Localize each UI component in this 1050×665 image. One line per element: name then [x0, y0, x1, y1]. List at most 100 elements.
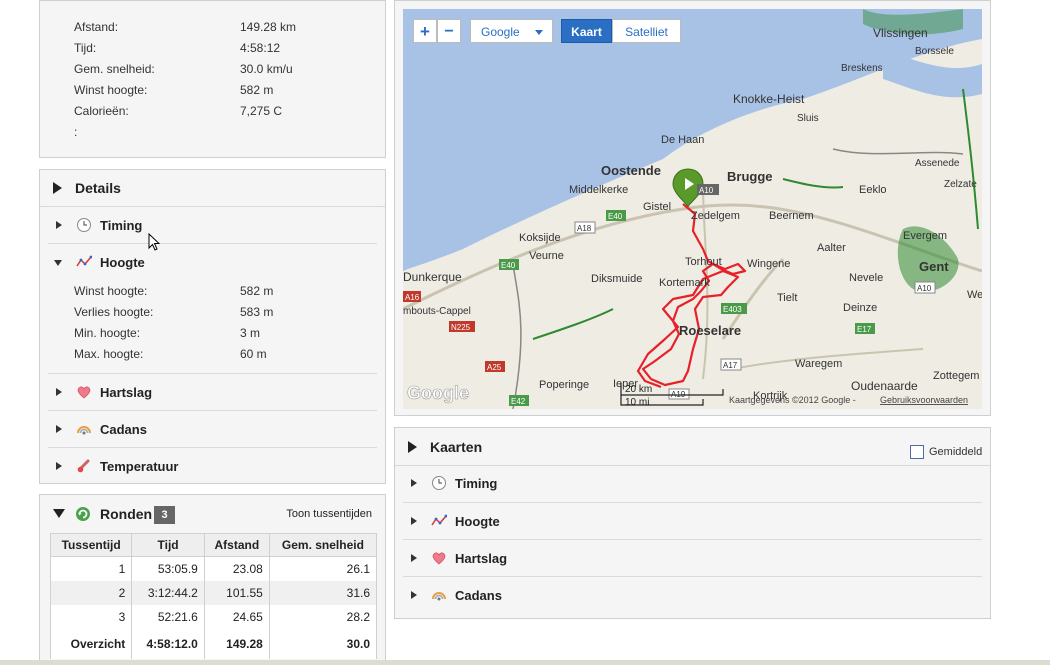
summary-label: Calorieën: [74, 104, 129, 118]
country-border [512, 263, 522, 409]
summary-value: 582 m [240, 83, 274, 97]
map-view[interactable]: A10 E40 A18 E40 A16 N225 E403 E17 A17 A2… [403, 9, 982, 409]
details-header[interactable]: Details [40, 170, 385, 207]
hoogte-label: Max. hoogte: [74, 347, 144, 361]
expand-triangle-icon [411, 554, 417, 562]
place-label: Beernem [769, 210, 814, 222]
hoogte-value: 3 m [240, 326, 261, 340]
place-label: Kortemark [659, 277, 710, 289]
collapse-triangle-icon [408, 441, 417, 453]
place-label: Knokke-Heist [733, 92, 805, 106]
map-canvas[interactable]: A10 E40 A18 E40 A16 N225 E403 E17 A17 A2… [403, 9, 982, 409]
summary-value: 30.0 km/u [240, 62, 293, 76]
table-row: 3 52:21.6 24.65 28.2 [49, 605, 378, 629]
col-afstand[interactable]: Afstand [203, 533, 270, 557]
place-label: Roeselare [679, 323, 741, 338]
hoogte-verlies: Verlies hoogte: 583 m [74, 305, 273, 319]
road-label-a25: A25 [487, 363, 502, 372]
hartslag-label: Hartslag [100, 385, 153, 400]
place-label: Nevele [849, 272, 883, 284]
place-label: Aalter [817, 242, 846, 254]
ronden-title: Ronden [100, 506, 153, 522]
laps-total-row: Overzicht 4:58:12.0 149.28 30.0 [49, 629, 378, 659]
road-label-e42: E42 [511, 397, 526, 406]
green-line [782, 178, 844, 189]
kaarten-row-timing[interactable]: Timing [403, 465, 982, 501]
gemiddeld-label[interactable]: Gemiddeld [929, 446, 982, 458]
lap-number: 3 [49, 605, 133, 629]
col-gem-snelheid[interactable]: Gem. snelheid [268, 533, 378, 557]
lap-speed: 26.1 [268, 556, 378, 581]
lap-speed: 31.6 [268, 581, 378, 605]
heart-icon [432, 552, 446, 565]
map-type-kaart[interactable]: Kaart [561, 19, 612, 43]
details-row-temperatuur[interactable]: Temperatuur [48, 447, 377, 484]
road-label-e403: E403 [723, 305, 742, 314]
lap-time: 3:12:44.2 [131, 581, 205, 605]
kaarten-item-label: Hartslag [455, 551, 508, 566]
kaarten-row-cadans[interactable]: Cadans [403, 576, 982, 613]
collapse-triangle-icon[interactable] [53, 509, 65, 518]
gemiddeld-checkbox[interactable] [910, 445, 924, 459]
green-line [532, 308, 614, 340]
road-label-a17: A17 [723, 361, 738, 370]
hoogte-label: Winst hoogte: [74, 284, 148, 298]
clock-icon [77, 218, 91, 232]
ronden-count-badge: 3 [154, 506, 175, 524]
place-label: mbouts-Cappel [403, 306, 471, 317]
collapse-triangle-icon [53, 182, 62, 194]
bottom-bar [0, 660, 1050, 665]
details-row-timing[interactable]: Timing [48, 206, 377, 243]
lap-number: 1 [49, 556, 133, 581]
zoom-out-button[interactable]: − [437, 19, 461, 43]
expand-triangle-icon [56, 425, 62, 433]
scale-km: 20 km [625, 384, 652, 395]
kaarten-panel: Kaarten Gemiddeld Timing Hoogte Hartslag [394, 427, 991, 619]
place-label: Eeklo [859, 184, 887, 196]
elevation-graph-icon [431, 514, 447, 526]
google-logo: Google [407, 383, 469, 403]
col-tijd[interactable]: Tijd [131, 533, 205, 557]
road-label-n225: N225 [451, 323, 471, 332]
lap-speed: 28.2 [268, 605, 378, 629]
laps-header-row: Tussentijd Tijd Afstand Gem. snelheid [49, 533, 378, 557]
kaarten-header[interactable]: Kaarten Gemiddeld [395, 428, 990, 466]
details-row-hoogte[interactable]: Hoogte [48, 243, 377, 280]
hoogte-value: 60 m [240, 347, 267, 361]
kaarten-item-label: Cadans [455, 588, 502, 603]
kaarten-row-hoogte[interactable]: Hoogte [403, 502, 982, 539]
road-label-a10: A10 [699, 186, 714, 195]
map-panel: A10 E40 A18 E40 A16 N225 E403 E17 A17 A2… [394, 0, 991, 416]
terms-link: Gebruiksvoorwaarden [880, 395, 968, 405]
temperatuur-label: Temperatuur [100, 459, 179, 474]
toon-tussentijden-link[interactable]: Toon tussentijden [286, 508, 372, 520]
map-provider-select[interactable]: Google [470, 19, 553, 43]
cadans-label: Cadans [100, 422, 147, 437]
place-label: Evergem [903, 230, 947, 242]
zoom-in-button[interactable]: + [413, 19, 437, 43]
thermometer-icon [77, 459, 90, 473]
kaarten-title: Kaarten [430, 439, 483, 455]
place-label: Borssele [915, 46, 954, 57]
map-credits: Kaartgegevens ©2012 Google - [729, 395, 856, 405]
summary-label: Tijd: [74, 41, 97, 55]
expanded-triangle-icon [54, 260, 62, 266]
total-speed: 30.0 [268, 629, 378, 659]
details-row-cadans[interactable]: Cadans [48, 410, 377, 447]
expand-triangle-icon [56, 462, 62, 470]
summary-panel: Afstand: 149.28 km Tijd: 4:58:12 Gem. sn… [39, 0, 386, 158]
col-tussentijd[interactable]: Tussentijd [49, 533, 133, 557]
place-label: Oostende [601, 163, 661, 178]
summary-label: : [74, 125, 78, 139]
details-row-hartslag[interactable]: Hartslag [48, 373, 377, 410]
road-label-a18: A18 [577, 224, 592, 233]
summary-label: Gem. snelheid: [74, 62, 155, 76]
country-border [832, 148, 964, 155]
scale-mi: 10 mi [625, 397, 649, 408]
mouse-cursor-icon [148, 233, 161, 251]
ronden-header: Ronden 3 Toon tussentijden [40, 495, 385, 531]
map-type-satelliet[interactable]: Satelliet [612, 19, 681, 43]
kaarten-row-hartslag[interactable]: Hartslag [403, 539, 982, 576]
lap-number: 2 [49, 581, 133, 605]
hoogte-label: Min. hoogte: [74, 326, 141, 340]
